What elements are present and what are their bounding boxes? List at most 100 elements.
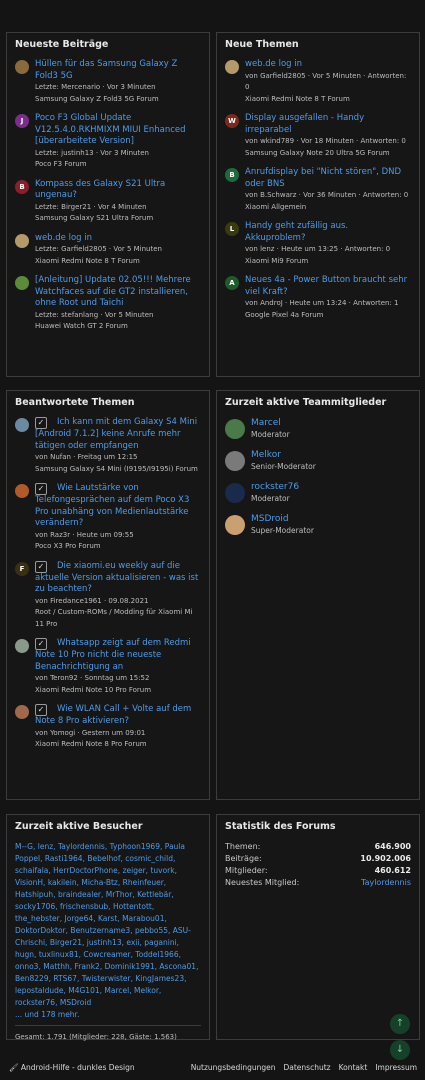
avatar[interactable] (15, 60, 29, 74)
visitor-link[interactable]: VisionH (15, 878, 43, 887)
thread-title-link[interactable]: Poco F3 Global Update V12.5.4.0.RKHMIXM … (35, 113, 201, 148)
visitor-link[interactable]: exii (126, 938, 139, 947)
avatar[interactable]: L (225, 222, 239, 236)
visitor-link[interactable]: pebbo55 (135, 926, 168, 935)
avatar[interactable]: J (15, 114, 29, 128)
avatar[interactable] (15, 276, 29, 290)
visitor-link[interactable]: M--G (15, 842, 33, 851)
visitor-link[interactable]: DoktorDoktor (15, 926, 66, 935)
footer-link[interactable]: Impressum (375, 1063, 417, 1072)
visitor-link[interactable]: Ben8229 (15, 974, 49, 983)
avatar[interactable]: A (225, 276, 239, 290)
visitor-link[interactable]: the_hebster (15, 914, 60, 923)
visitor-link[interactable]: lepostaldude (15, 986, 63, 995)
avatar[interactable] (225, 514, 245, 535)
forum-link[interactable]: Xiaomi Redmi Note 8 T Forum (35, 256, 201, 268)
thread-title-link[interactable]: ✓ Wie Lautstärke von Telefongesprächen au… (35, 483, 201, 530)
team-member-name[interactable]: rockster76 (251, 481, 299, 493)
visitor-link[interactable]: Cowcreamer (83, 950, 130, 959)
more-visitors-link[interactable]: ... und 178 mehr. (15, 1010, 79, 1019)
visitor-link[interactable]: Hottentott (113, 902, 152, 911)
visitor-link[interactable]: HerrDoctorPhone (53, 866, 118, 875)
visitor-link[interactable]: rockster76 (15, 998, 55, 1007)
forum-link[interactable]: Huawei Watch GT 2 Forum (35, 321, 201, 333)
visitor-link[interactable]: justinh13 (87, 938, 122, 947)
thread-title-link[interactable]: Neues 4a - Power Button braucht sehr vie… (245, 275, 411, 298)
visitor-link[interactable]: Frank2 (75, 962, 100, 971)
visitor-link[interactable]: Marcel (104, 986, 129, 995)
visitor-link[interactable]: schaifala (15, 866, 48, 875)
visitor-link[interactable]: RTS67 (53, 974, 77, 983)
forum-link[interactable]: Google Pixel 4a Forum (245, 310, 411, 322)
forum-link[interactable]: Samsung Galaxy Note 20 Ultra 5G Forum (245, 148, 411, 160)
visitor-link[interactable]: MrThor (106, 890, 133, 899)
forum-link[interactable]: Samsung Galaxy S21 Ultra Forum (35, 213, 201, 225)
thread-title-link[interactable]: ✓ Whatsapp zeigt auf dem Redmi Note 10 Pr… (35, 638, 201, 673)
thread-title-text[interactable]: Ich kann mit dem Galaxy S4 Mini [Android… (35, 417, 197, 451)
visitor-link[interactable]: socky1706 (15, 902, 55, 911)
avatar[interactable] (15, 639, 29, 653)
visitor-link[interactable]: braindealer (58, 890, 101, 899)
visitor-link[interactable]: tuxlinux81 (39, 950, 79, 959)
visitor-link[interactable]: Melkor (134, 986, 159, 995)
team-member-name[interactable]: Melkor (251, 449, 316, 461)
visitor-link[interactable]: frischensbub (60, 902, 108, 911)
forum-link[interactable]: Xiaomi Redmi Note 8 T Forum (245, 94, 411, 106)
visitor-link[interactable]: Micha-Btz (81, 878, 118, 887)
avatar[interactable] (15, 705, 29, 719)
visitor-link[interactable]: Jorge64 (65, 914, 94, 923)
avatar[interactable] (15, 418, 29, 432)
visitor-link[interactable]: hugn (15, 950, 34, 959)
visitor-link[interactable]: Taylordennis (58, 842, 105, 851)
visitor-link[interactable]: Benutzername3 (70, 926, 130, 935)
forum-link[interactable]: Xiaomi Redmi Note 8 Pro Forum (35, 739, 201, 751)
visitor-link[interactable]: Birger21 (50, 938, 82, 947)
forum-link[interactable]: Xiaomi Mi9 Forum (245, 256, 411, 268)
visitor-link[interactable]: Rheinfeuer (123, 878, 164, 887)
visitor-link[interactable]: Dominik1991 (105, 962, 155, 971)
visitor-link[interactable]: MSDroid (60, 998, 91, 1007)
visitor-link[interactable]: Twisterwister (82, 974, 131, 983)
thread-title-text[interactable]: Wie Lautstärke von Telefongesprächen auf… (35, 483, 189, 528)
thread-title-link[interactable]: [Anleitung] Update 02.05!!! Mehrere Watc… (35, 275, 201, 310)
visitor-link[interactable]: zeiger (123, 866, 146, 875)
avatar[interactable]: B (225, 168, 239, 182)
thread-title-text[interactable]: Wie WLAN Call + Volte auf dem Note 8 Pro… (35, 704, 191, 726)
thread-title-link[interactable]: Display ausgefallen - Handy irreparabel (245, 113, 411, 136)
thread-title-text[interactable]: Die xiaomi.eu weekly auf die aktuelle Ve… (35, 561, 198, 595)
scroll-top-button[interactable]: ↑ (390, 1014, 410, 1034)
style-chooser[interactable]: 🖌 Android-Hilfe - dunkles Design (9, 1063, 135, 1072)
visitor-link[interactable]: onno3 (15, 962, 38, 971)
stat-value[interactable]: Taylordennis (361, 877, 411, 889)
team-member-name[interactable]: Marcel (251, 417, 290, 429)
visitor-link[interactable]: Rasti1964 (45, 854, 83, 863)
visitor-link[interactable]: M4G101 (68, 986, 99, 995)
visitor-link[interactable]: Matthh (43, 962, 69, 971)
avatar[interactable]: W (225, 114, 239, 128)
thread-title-link[interactable]: ✓ Die xiaomi.eu weekly auf die aktuelle V… (35, 560, 201, 596)
avatar[interactable] (225, 60, 239, 74)
visitor-link[interactable]: Kettlebär (137, 890, 171, 899)
avatar[interactable] (225, 482, 245, 503)
visitor-link[interactable]: Marabou01 (122, 914, 164, 923)
visitor-link[interactable]: Hatshipuh (15, 890, 53, 899)
forum-link[interactable]: Samsung Galaxy S4 Mini (I9195/I9195i) Fo… (35, 464, 201, 476)
thread-title-link[interactable]: Anrufdisplay bei "Nicht stören", DND ode… (245, 167, 411, 190)
visitor-link[interactable]: Typhoon1969 (110, 842, 160, 851)
avatar[interactable] (225, 450, 245, 471)
forum-link[interactable]: Poco F3 Forum (35, 159, 201, 171)
visitor-link[interactable]: kakilein (48, 878, 77, 887)
visitor-link[interactable]: paganini (144, 938, 176, 947)
thread-title-link[interactable]: web.de log in (35, 233, 201, 245)
visitor-link[interactable]: Toddel1966 (135, 950, 178, 959)
avatar[interactable]: B (15, 179, 29, 194)
visitor-link[interactable]: KingJames23 (135, 974, 184, 983)
thread-title-link[interactable]: Hüllen für das Samsung Galaxy Z Fold3 5G (35, 59, 201, 82)
visitor-link[interactable]: tuvork (150, 866, 174, 875)
visitor-link[interactable]: Ascona01 (159, 962, 196, 971)
thread-title-link[interactable]: web.de log in (245, 59, 411, 71)
footer-link[interactable]: Nutzungsbedingungen (191, 1063, 276, 1072)
thread-title-link[interactable]: ✓ Wie WLAN Call + Volte auf dem Note 8 Pr… (35, 704, 201, 728)
thread-title-link[interactable]: Handy geht zufällig aus. Akkuproblem? (245, 221, 411, 244)
visitor-link[interactable]: Karst (98, 914, 117, 923)
